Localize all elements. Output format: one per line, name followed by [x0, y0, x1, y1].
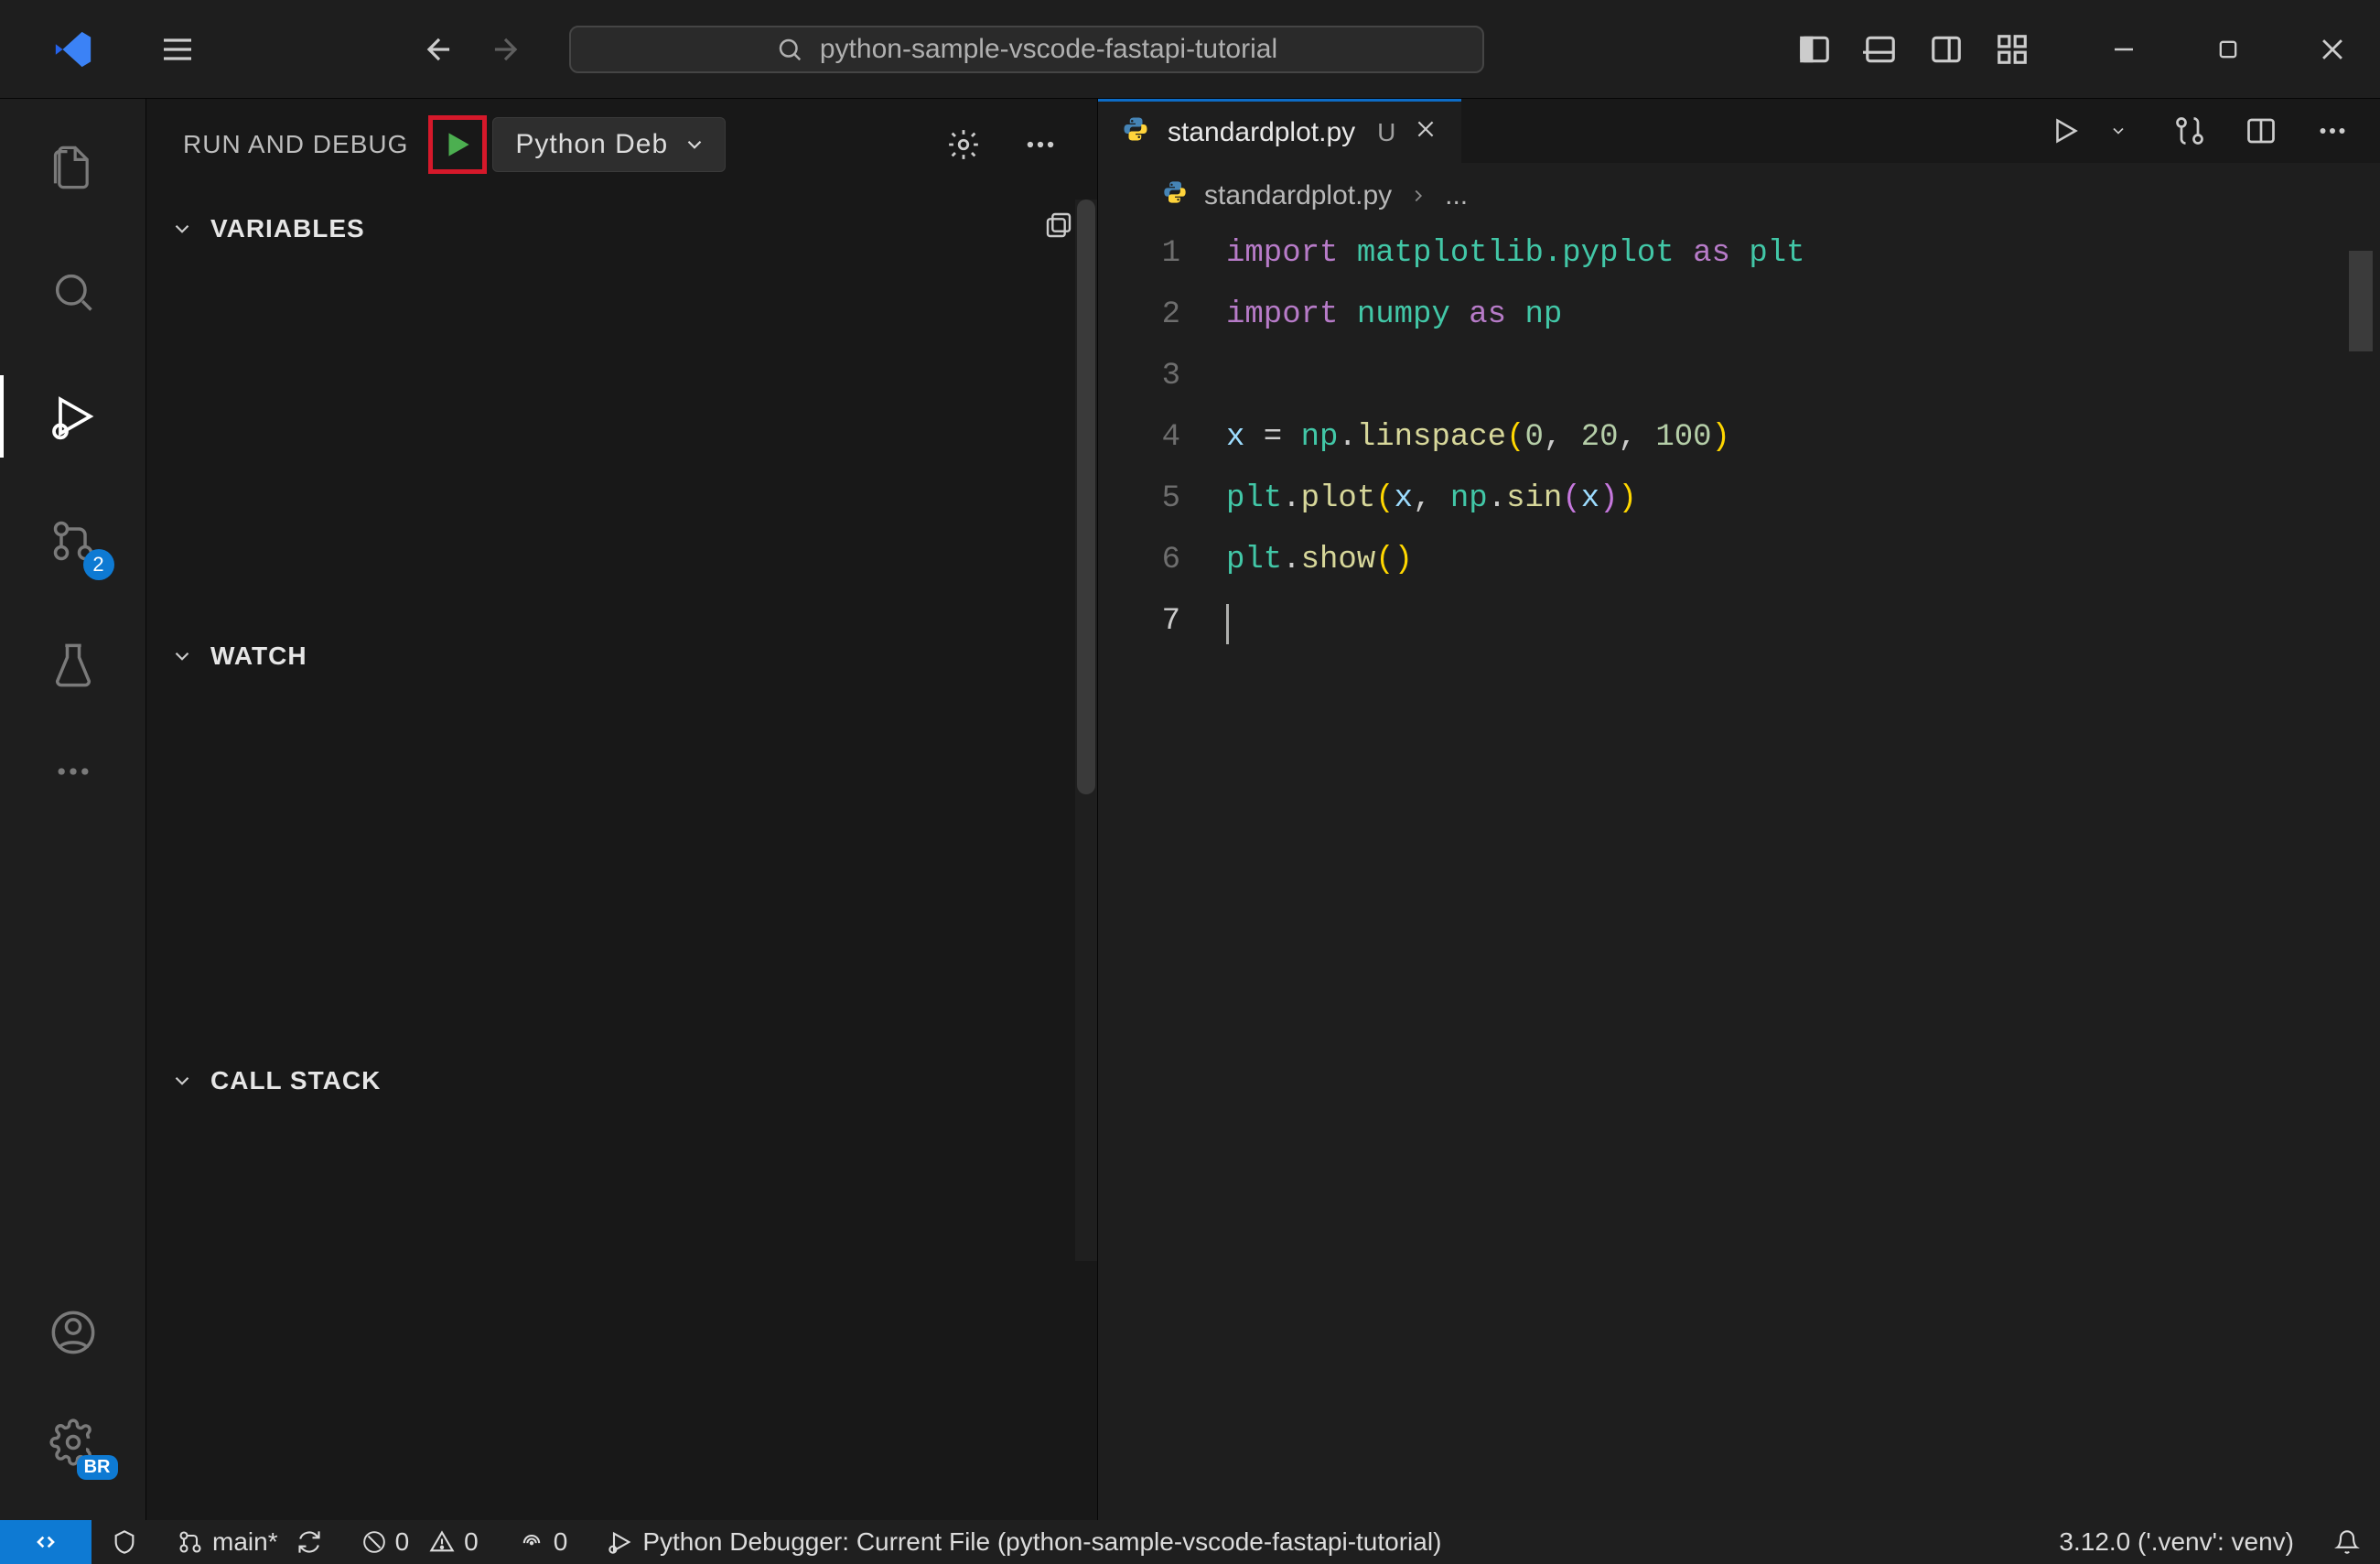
start-debug-button[interactable] — [428, 115, 487, 174]
search-placeholder-text: python-sample-vscode-fastapi-tutorial — [820, 34, 1277, 65]
variables-section: VARIABLES — [146, 190, 1097, 621]
collapse-all-icon[interactable] — [1044, 210, 1073, 246]
editor-more-icon[interactable] — [2312, 111, 2353, 151]
code-line — [1226, 604, 1229, 654]
tab-modified-marker: U — [1377, 118, 1395, 147]
status-interpreter[interactable]: 3.12.0 ('.venv': venv) — [2039, 1527, 2314, 1557]
debug-config-name: Python Deb — [515, 129, 668, 160]
interpreter-text: 3.12.0 ('.venv': venv) — [2059, 1527, 2294, 1557]
run-file-icon[interactable] — [2045, 111, 2085, 151]
callstack-section: CALL STACK — [146, 1046, 1097, 1370]
chevron-down-icon — [170, 217, 194, 241]
status-branch[interactable]: main* — [157, 1527, 342, 1557]
code-line: import numpy as np — [1226, 297, 1562, 332]
error-count: 0 — [395, 1527, 410, 1557]
layout-panel-bottom-icon[interactable] — [1860, 29, 1901, 70]
code-line: import matplotlib.pyplot as plt — [1226, 236, 1805, 271]
window-minimize-icon[interactable] — [2104, 29, 2144, 70]
activity-bar: 2 BR — [0, 99, 146, 1520]
branch-name: main* — [212, 1527, 278, 1557]
activity-source-control-icon[interactable]: 2 — [41, 509, 105, 573]
code-line: x = np.linspace(0, 20, 100) — [1226, 420, 1730, 455]
breadcrumb-more: ... — [1445, 180, 1468, 211]
nav-back-icon[interactable] — [419, 29, 459, 70]
line-number: 1 — [1098, 236, 1226, 271]
line-number: 4 — [1098, 420, 1226, 455]
text-cursor — [1226, 604, 1229, 644]
code-line: plt.plot(x, np.sin(x)) — [1226, 481, 1637, 516]
run-dropdown-icon[interactable] — [2098, 111, 2138, 151]
minimap[interactable] — [2349, 251, 2373, 351]
debug-config-dropdown[interactable]: Python Deb — [492, 117, 726, 172]
activity-more-icon[interactable] — [41, 739, 105, 804]
line-number: 2 — [1098, 297, 1226, 332]
line-number: 6 — [1098, 543, 1226, 577]
debug-sidebar: RUN AND DEBUG Python Deb VARIABLES — [146, 99, 1098, 1520]
line-number: 7 — [1098, 604, 1226, 639]
split-editor-icon[interactable] — [2241, 111, 2281, 151]
watch-section: WATCH — [146, 621, 1097, 1046]
ports-count: 0 — [554, 1527, 568, 1557]
layout-sidebar-right-icon[interactable] — [1926, 29, 1966, 70]
watch-section-header[interactable]: WATCH — [146, 623, 1097, 689]
customize-layout-icon[interactable] — [1992, 29, 2032, 70]
status-debug-config[interactable]: Python Debugger: Current File (python-sa… — [587, 1527, 1461, 1557]
vscode-logo — [0, 0, 146, 99]
window-close-icon[interactable] — [2312, 29, 2353, 70]
status-problems[interactable]: 0 0 — [342, 1527, 499, 1557]
status-bar: main* 0 0 0 Python Debugger: Current Fil… — [0, 1520, 2380, 1564]
nav-forward-icon[interactable] — [485, 29, 525, 70]
status-notifications-icon[interactable] — [2314, 1529, 2380, 1555]
tab-filename: standardplot.py — [1168, 117, 1355, 148]
line-number: 3 — [1098, 359, 1226, 394]
status-security-icon[interactable] — [92, 1529, 157, 1555]
breadcrumbs[interactable]: standardplot.py ... — [1098, 163, 2380, 229]
line-number: 5 — [1098, 481, 1226, 516]
callstack-section-header[interactable]: CALL STACK — [146, 1048, 1097, 1114]
callstack-label: CALL STACK — [210, 1066, 381, 1095]
sidebar-title: RUN AND DEBUG — [183, 130, 408, 159]
layout-sidebar-left-icon[interactable] — [1794, 29, 1835, 70]
activity-explorer-icon[interactable] — [41, 135, 105, 200]
code-line: plt.show() — [1226, 543, 1413, 577]
warning-count: 0 — [464, 1527, 479, 1557]
hamburger-menu-icon[interactable] — [146, 18, 209, 81]
title-bar: python-sample-vscode-fastapi-tutorial — [0, 0, 2380, 99]
variables-section-header[interactable]: VARIABLES — [146, 192, 1097, 264]
activity-settings-icon[interactable]: BR — [41, 1410, 105, 1474]
python-file-icon — [1162, 179, 1188, 212]
breadcrumb-file: standardplot.py — [1204, 180, 1392, 211]
command-center-search[interactable]: python-sample-vscode-fastapi-tutorial — [569, 26, 1484, 73]
sidebar-scrollbar[interactable] — [1075, 200, 1097, 1261]
editor-group: standardplot.py U — [1098, 99, 2380, 1520]
settings-badge: BR — [77, 1455, 118, 1480]
editor-tabs: standardplot.py U — [1098, 99, 2380, 163]
chevron-right-icon — [1408, 186, 1428, 206]
variables-label: VARIABLES — [210, 214, 365, 243]
activity-search-icon[interactable] — [41, 260, 105, 324]
sync-icon[interactable] — [296, 1529, 322, 1555]
editor-tab-standardplot[interactable]: standardplot.py U — [1098, 99, 1461, 163]
compare-changes-icon[interactable] — [2170, 111, 2210, 151]
remote-indicator[interactable] — [0, 1520, 92, 1564]
more-actions-icon[interactable] — [1020, 124, 1061, 165]
activity-accounts-icon[interactable] — [41, 1300, 105, 1364]
chevron-down-icon — [683, 133, 706, 156]
python-file-icon — [1122, 115, 1149, 150]
activity-testing-icon[interactable] — [41, 633, 105, 697]
code-editor[interactable]: 1 import matplotlib.pyplot as plt 2 impo… — [1098, 229, 2380, 1520]
chevron-down-icon — [170, 1069, 194, 1093]
tab-close-icon[interactable] — [1414, 117, 1438, 148]
chevron-down-icon — [170, 644, 194, 668]
watch-label: WATCH — [210, 642, 307, 671]
sidebar-header: RUN AND DEBUG Python Deb — [146, 99, 1097, 190]
window-maximize-icon[interactable] — [2208, 29, 2248, 70]
scm-badge: 2 — [83, 549, 114, 580]
activity-run-debug-icon[interactable] — [41, 384, 105, 448]
debug-config-text: Python Debugger: Current File (python-sa… — [642, 1527, 1441, 1557]
status-ports[interactable]: 0 — [499, 1527, 588, 1557]
settings-gear-icon[interactable] — [943, 124, 984, 165]
